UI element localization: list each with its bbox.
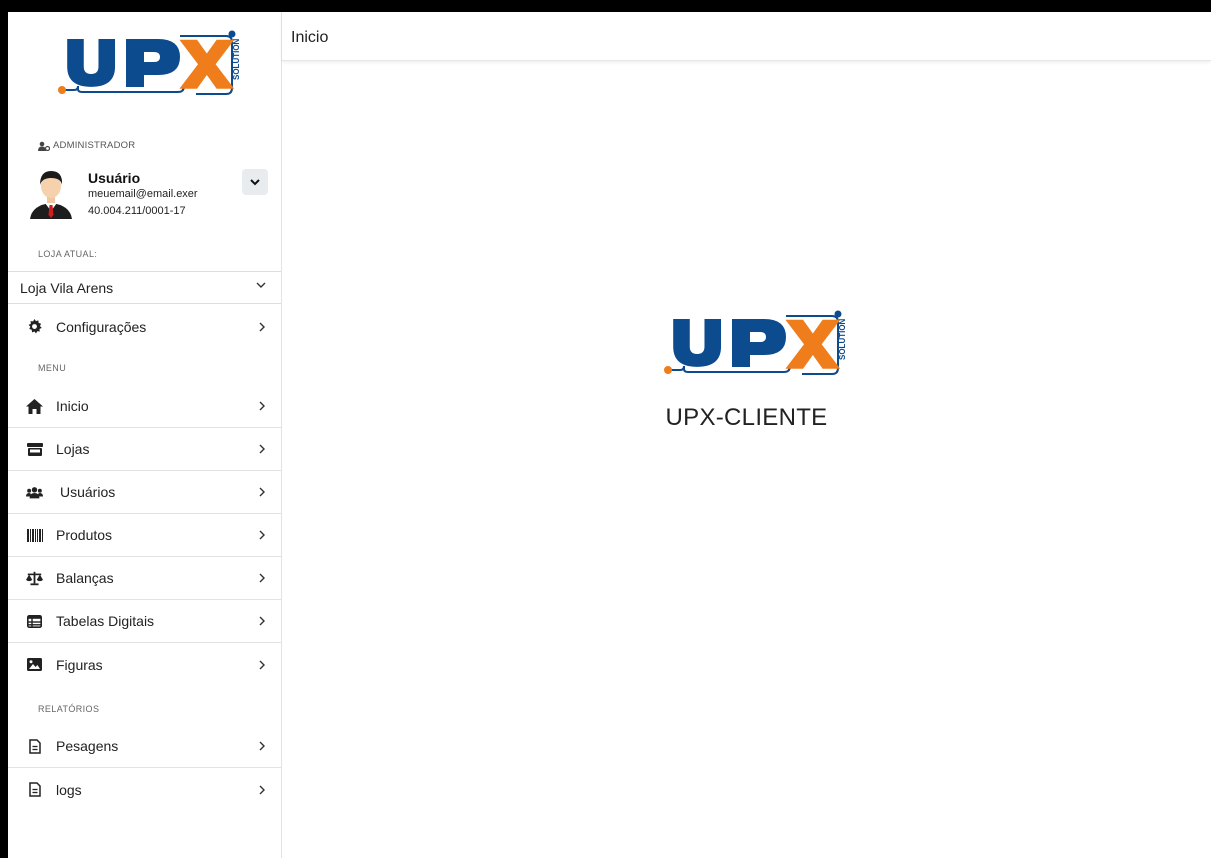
chevron-right-icon xyxy=(259,487,265,497)
sidebar-item-inicio[interactable]: Inicio xyxy=(8,385,281,428)
user-role: ADMINISTRADOR xyxy=(38,140,135,151)
sidebar-item-tabelas-digitais[interactable]: Tabelas Digitais xyxy=(8,600,281,643)
chevron-right-icon xyxy=(259,616,265,626)
sidebar-item-figuras[interactable]: Figuras xyxy=(8,643,281,686)
chevron-right-icon xyxy=(259,660,265,669)
user-menu-toggle-button[interactable] xyxy=(242,169,268,195)
barcode-icon xyxy=(26,527,43,544)
user-role-label: ADMINISTRADOR xyxy=(53,140,136,151)
sidebar-item-balancas[interactable]: Balanças xyxy=(8,557,281,600)
image-icon xyxy=(26,656,43,673)
sidebar-item-label: logs xyxy=(56,781,82,798)
chevron-down-icon xyxy=(250,178,260,185)
file-icon xyxy=(26,781,43,798)
sidebar-item-configuracoes[interactable]: Configurações xyxy=(8,305,281,348)
top-bar: Inicio xyxy=(282,12,1211,61)
chevron-right-icon xyxy=(259,530,265,540)
sidebar-item-label: Usuários xyxy=(60,484,116,500)
chevron-right-icon xyxy=(259,785,265,794)
menu-section-label: MENU xyxy=(38,363,67,373)
users-icon xyxy=(26,484,43,501)
sidebar-item-label: Pesagens xyxy=(56,738,119,754)
sidebar-item-pesagens[interactable]: Pesagens xyxy=(8,725,281,768)
svg-text:SOLUTION: SOLUTION xyxy=(232,38,241,80)
sidebar-logo[interactable]: SOLUTION xyxy=(56,28,246,98)
store-icon xyxy=(26,441,43,458)
sidebar-item-label: Tabelas Digitais xyxy=(56,613,155,629)
chevron-right-icon xyxy=(259,573,265,583)
chevron-right-icon xyxy=(259,322,265,331)
main-content: SOLUTION UPX-CLIENTE xyxy=(282,61,1211,858)
home-icon xyxy=(26,398,43,415)
file-icon xyxy=(26,738,43,755)
sidebar: SOLUTION ADMINISTRADOR Usuário meuemail@… xyxy=(8,12,282,858)
sidebar-item-label: Balanças xyxy=(56,570,114,586)
page-title: Inicio xyxy=(291,29,329,46)
user-name: Usuário xyxy=(88,170,141,186)
sidebar-item-label: Configurações xyxy=(56,318,147,335)
user-gear-icon xyxy=(38,141,50,151)
sidebar-item-usuarios[interactable]: Usuários xyxy=(8,471,281,514)
table-icon xyxy=(26,613,43,630)
reports-section-label: RELATÓRIOS xyxy=(38,704,100,714)
chevron-right-icon xyxy=(259,741,265,751)
scale-icon xyxy=(26,570,43,587)
sidebar-item-lojas[interactable]: Lojas xyxy=(8,428,281,471)
chevron-right-icon xyxy=(259,444,265,454)
center-logo: SOLUTION xyxy=(662,308,852,378)
user-document: 40.004.211/0001-17 xyxy=(88,205,186,217)
app-window: SOLUTION ADMINISTRADOR Usuário meuemail@… xyxy=(8,12,1211,858)
sidebar-item-label: Lojas xyxy=(56,441,90,457)
sidebar-item-logs[interactable]: logs xyxy=(8,768,281,811)
sidebar-item-produtos[interactable]: Produtos xyxy=(8,514,281,557)
user-profile: Usuário meuemail@email.exer 40.004.211/0… xyxy=(28,167,273,229)
chevron-down-icon xyxy=(256,282,266,288)
current-store-label: LOJA ATUAL: xyxy=(38,249,98,259)
chevron-right-icon xyxy=(259,401,265,411)
sidebar-item-label: Produtos xyxy=(56,527,113,543)
svg-text:SOLUTION: SOLUTION xyxy=(838,318,847,360)
sidebar-item-label: Inicio xyxy=(56,398,89,414)
app-name-heading: UPX-CLIENTE xyxy=(665,404,828,431)
user-email: meuemail@email.exer xyxy=(88,188,198,200)
gear-icon xyxy=(26,318,43,335)
sidebar-item-label: Figuras xyxy=(56,656,103,673)
avatar xyxy=(28,169,74,219)
store-select[interactable]: Loja Vila Arens xyxy=(8,271,281,304)
store-select-value: Loja Vila Arens xyxy=(20,279,114,296)
